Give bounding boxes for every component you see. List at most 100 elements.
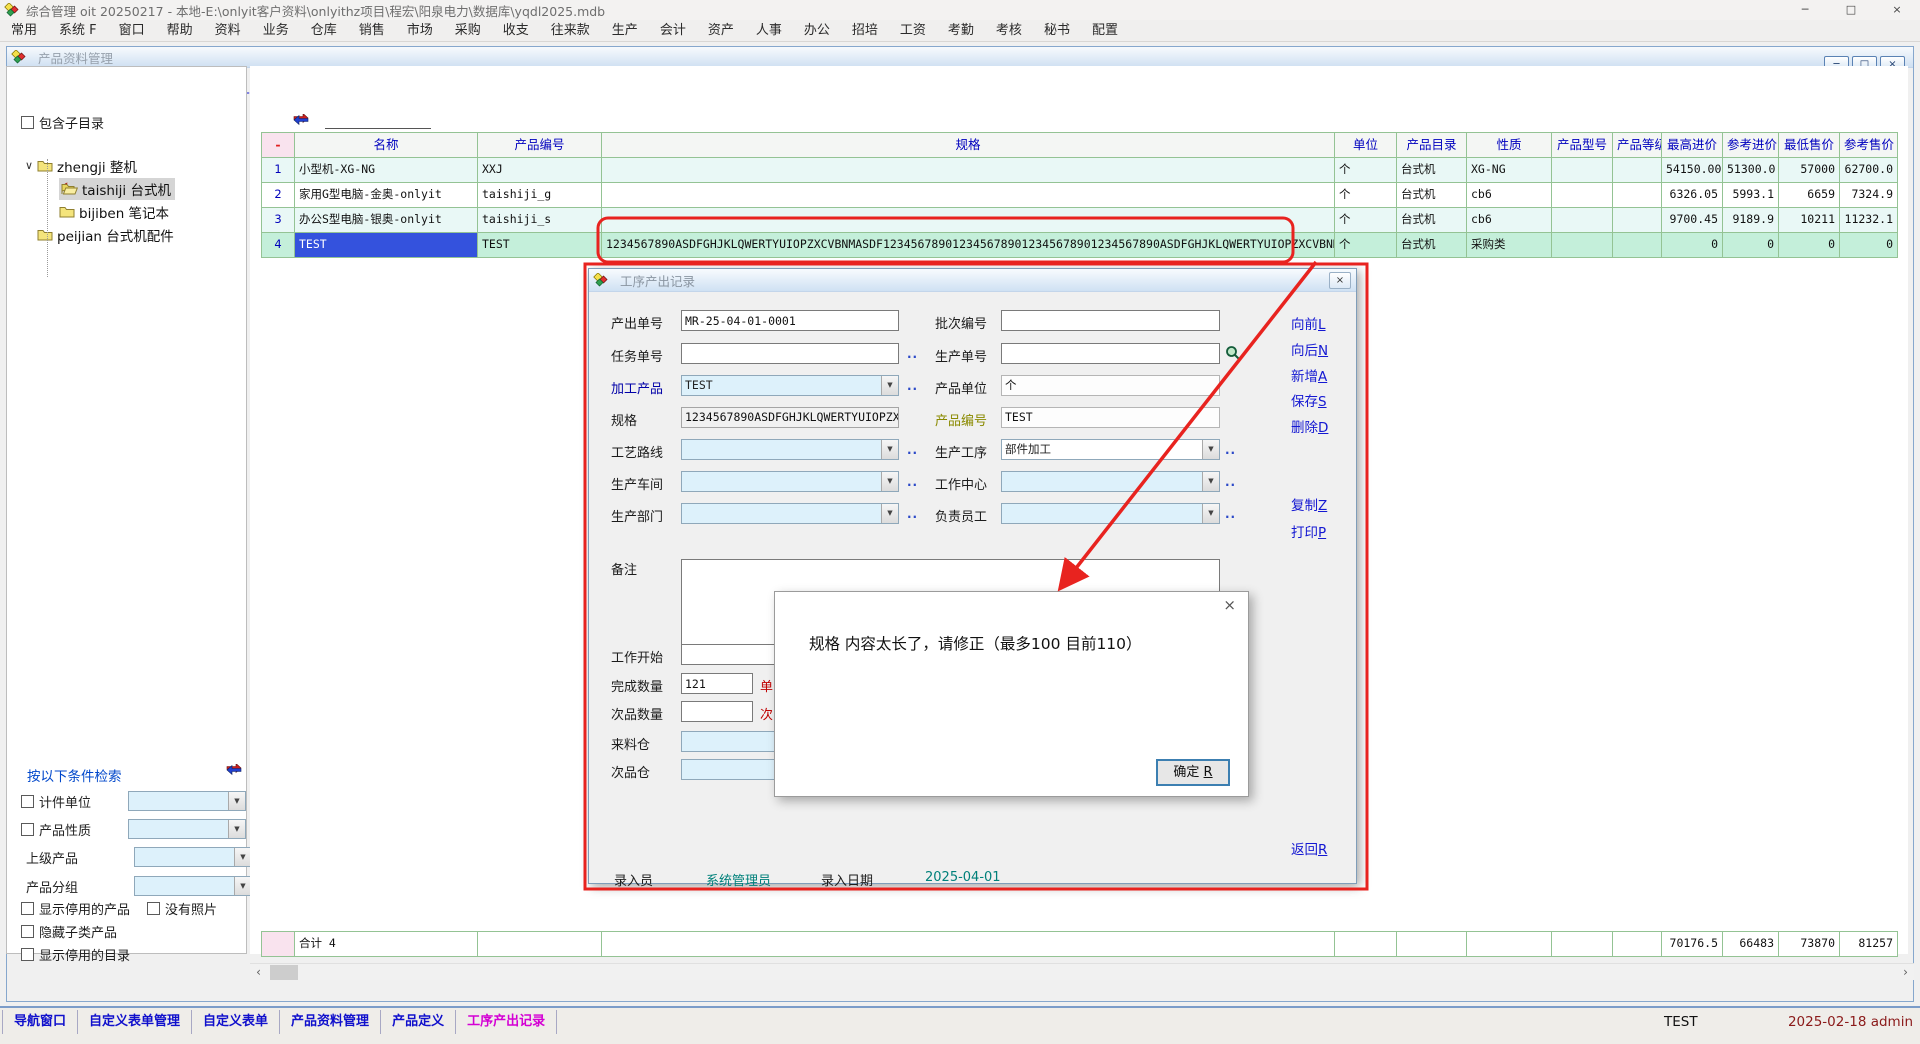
scroll-left-icon[interactable]: ‹ — [250, 964, 267, 981]
dialog-link-向前L[interactable]: 向前L — [1291, 313, 1326, 333]
menu-item-配置[interactable]: 配置 — [1081, 20, 1129, 42]
more-options-dots[interactable]: .. — [907, 379, 918, 393]
column-header-最高进价[interactable]: 最高进价 — [1662, 133, 1723, 157]
column-header-产品型号[interactable]: 产品型号 — [1552, 133, 1613, 157]
filter-combo-上级产品[interactable]: ▼ — [134, 847, 252, 867]
field-次品数量[interactable] — [681, 701, 753, 722]
menu-item-往来款[interactable]: 往来款 — [540, 20, 601, 42]
menu-item-系统 F[interactable]: 系统 F — [48, 20, 108, 42]
menu-item-业务[interactable]: 业务 — [252, 20, 300, 42]
产品性质-checkbox[interactable] — [21, 823, 34, 836]
field-生产工序[interactable]: 部件加工▼ — [1001, 439, 1220, 460]
more-options-dots[interactable]: .. — [907, 347, 918, 361]
taskbar-item-产品定义[interactable]: 产品定义 — [381, 1010, 456, 1034]
显示停用的目录-checkbox[interactable] — [21, 948, 34, 961]
tree-item-bijiben 笔记本[interactable]: bijiben 笔记本 — [59, 201, 169, 222]
error-ok-button[interactable]: 确定 R — [1156, 759, 1230, 786]
tree-expander-icon[interactable]: ∨ — [21, 159, 37, 172]
app-close-icon[interactable]: × — [1874, 0, 1920, 20]
dialog-link-新增A[interactable]: 新增A — [1291, 365, 1327, 385]
dialog-link-保存S[interactable]: 保存S — [1291, 390, 1327, 410]
more-options-dots[interactable]: .. — [907, 507, 918, 521]
没有照片-checkbox[interactable] — [147, 902, 160, 915]
chevron-down-icon[interactable]: ▼ — [881, 504, 898, 523]
显示停用的产品-checkbox[interactable] — [21, 902, 34, 915]
table-row[interactable]: 4TESTTEST1234567890ASDFGHJKLQWERTYUIOPZX… — [262, 233, 1898, 258]
field-负责员工[interactable]: ▼ — [1001, 503, 1220, 524]
dialog-link-向后N[interactable]: 向后N — [1291, 339, 1328, 359]
filter-combo-计件单位[interactable]: ▼ — [128, 791, 246, 811]
include-subdirs-checkbox[interactable] — [21, 116, 34, 129]
field-生产部门[interactable]: ▼ — [681, 503, 899, 524]
dialog-link-复制Z[interactable]: 复制Z — [1291, 494, 1327, 514]
field-完成数量[interactable] — [681, 673, 753, 694]
menu-item-仓库[interactable]: 仓库 — [300, 20, 348, 42]
menu-item-资料[interactable]: 资料 — [204, 20, 252, 42]
field-产出单号[interactable] — [681, 310, 899, 331]
menu-item-秘书[interactable]: 秘书 — [1033, 20, 1081, 42]
field-生产车间[interactable]: ▼ — [681, 471, 899, 492]
menu-item-考勤[interactable]: 考勤 — [937, 20, 985, 42]
chevron-down-icon[interactable]: ▼ — [228, 820, 245, 838]
scrollbar-thumb[interactable] — [270, 965, 298, 980]
more-options-dots[interactable]: .. — [1225, 443, 1236, 457]
计件单位-checkbox[interactable] — [21, 795, 34, 808]
filter-combo-产品分组[interactable]: ▼ — [134, 876, 252, 896]
column-header-单位[interactable]: 单位 — [1335, 133, 1397, 157]
dialog-back-button[interactable]: 返回R — [1291, 838, 1327, 858]
table-row[interactable]: 2家用G型电脑-金奥-onlyittaishiji_g个台式机cb66326.0… — [262, 183, 1898, 208]
taskbar-item-导航窗口[interactable]: 导航窗口 — [2, 1010, 78, 1034]
more-options-dots[interactable]: .. — [907, 443, 918, 457]
column-header-产品等级[interactable]: 产品等级 — [1613, 133, 1662, 157]
table-row[interactable]: 1小型机-XG-NGXXJ个台式机XG-NG54150.0051300.0570… — [262, 158, 1898, 183]
taskbar-item-工序产出记录[interactable]: 工序产出记录 — [456, 1010, 557, 1034]
field-任务单号[interactable] — [681, 343, 899, 364]
dialog-link-打印P[interactable]: 打印P — [1291, 521, 1326, 541]
column-header-性质[interactable]: 性质 — [1467, 133, 1552, 157]
more-options-dots[interactable]: .. — [907, 475, 918, 489]
隐藏子类产品-checkbox[interactable] — [21, 925, 34, 938]
taskbar-item-自定义表单[interactable]: 自定义表单 — [192, 1010, 280, 1034]
menu-item-办公[interactable]: 办公 — [793, 20, 841, 42]
collapse-panel-icon[interactable] — [225, 764, 243, 777]
column-header-产品编号[interactable]: 产品编号 — [478, 133, 602, 157]
menu-item-资产[interactable]: 资产 — [697, 20, 745, 42]
more-options-dots[interactable]: .. — [1225, 507, 1236, 521]
taskbar-item-产品资料管理[interactable]: 产品资料管理 — [280, 1010, 381, 1034]
field-批次编号[interactable] — [1001, 310, 1220, 331]
filter-combo-产品性质[interactable]: ▼ — [128, 819, 246, 839]
search-lookup-icon[interactable] — [1225, 345, 1241, 361]
menu-item-生产[interactable]: 生产 — [601, 20, 649, 42]
menu-item-人事[interactable]: 人事 — [745, 20, 793, 42]
chevron-down-icon[interactable]: ▼ — [1202, 472, 1219, 491]
scroll-right-icon[interactable]: › — [1897, 964, 1914, 981]
tree-item-taishiji 台式机[interactable]: taishiji 台式机 — [59, 178, 175, 199]
more-options-dots[interactable]: .. — [1225, 475, 1236, 489]
dialog-close-icon[interactable]: × — [1329, 272, 1351, 289]
field-工艺路线[interactable]: ▼ — [681, 439, 899, 460]
menu-item-工资[interactable]: 工资 — [889, 20, 937, 42]
chevron-down-icon[interactable]: ▼ — [881, 472, 898, 491]
dialog-link-删除D[interactable]: 删除D — [1291, 416, 1328, 436]
refresh-columns-icon[interactable] — [292, 114, 310, 127]
column-header-产品目录[interactable]: 产品目录 — [1397, 133, 1467, 157]
tree-item-zhengji 整机[interactable]: ∨zhengji 整机 — [21, 155, 137, 176]
error-close-icon[interactable]: × — [1223, 598, 1236, 613]
menu-item-会计[interactable]: 会计 — [649, 20, 697, 42]
taskbar-item-自定义表单管理[interactable]: 自定义表单管理 — [78, 1010, 192, 1034]
column-header-最低售价[interactable]: 最低售价 — [1779, 133, 1840, 157]
menu-item-招培[interactable]: 招培 — [841, 20, 889, 42]
field-加工产品[interactable]: TEST▼ — [681, 375, 899, 396]
chevron-down-icon[interactable]: ▼ — [234, 848, 251, 866]
tree-item-peijian 台式机配件[interactable]: peijian 台式机配件 — [21, 224, 174, 245]
app-maximize-icon[interactable]: □ — [1828, 0, 1874, 20]
field-生产单号[interactable] — [1001, 343, 1220, 364]
column-header-参考进价[interactable]: 参考进价 — [1723, 133, 1779, 157]
chevron-down-icon[interactable]: ▼ — [881, 440, 898, 459]
chevron-down-icon[interactable]: ▼ — [881, 376, 898, 395]
menu-item-常用[interactable]: 常用 — [0, 20, 48, 42]
chevron-down-icon[interactable]: ▼ — [1202, 440, 1219, 459]
table-row[interactable]: 3办公S型电脑-银奥-onlyittaishiji_s个台式机cb69700.4… — [262, 208, 1898, 233]
chevron-down-icon[interactable]: ▼ — [1202, 504, 1219, 523]
menu-item-窗口[interactable]: 窗口 — [108, 20, 156, 42]
